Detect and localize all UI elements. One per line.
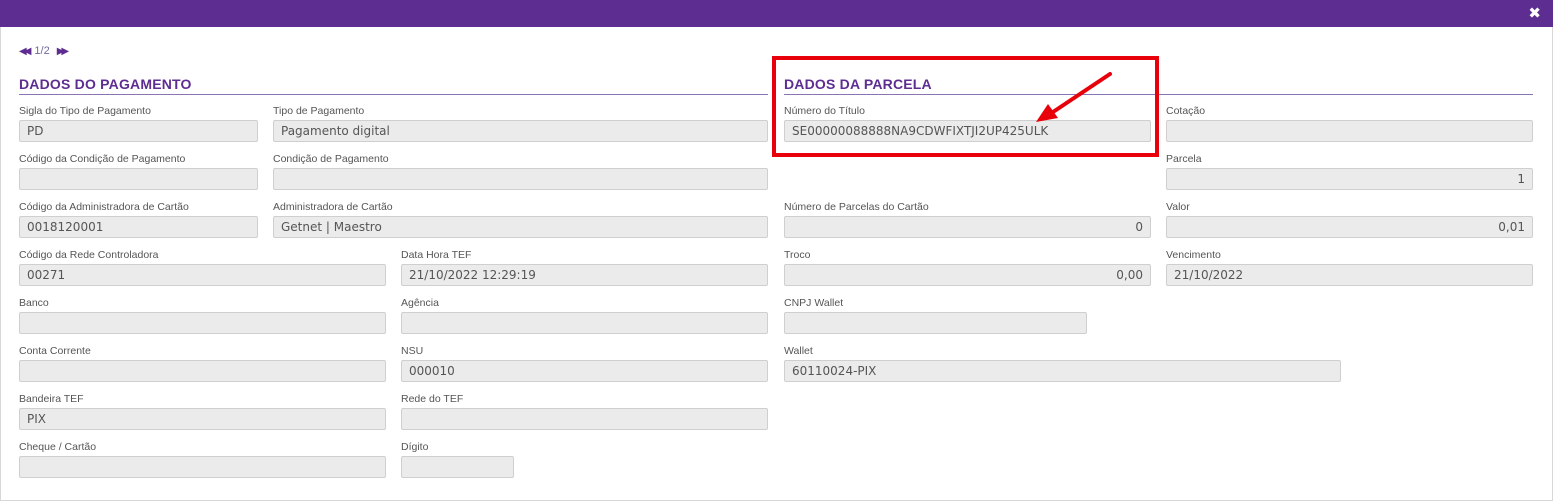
cotacao-field[interactable] bbox=[1166, 120, 1533, 142]
tipo-pagamento-field[interactable]: Pagamento digital bbox=[273, 120, 768, 142]
num-parcelas-field[interactable]: 0 bbox=[784, 216, 1151, 238]
banco-label: Banco bbox=[19, 297, 49, 309]
cod-condicao-field[interactable] bbox=[19, 168, 258, 190]
parcela-field[interactable]: 1 bbox=[1166, 168, 1533, 190]
record-pager: ◀◀ 1/2 ▶▶ bbox=[19, 44, 70, 58]
condicao-label: Condição de Pagamento bbox=[273, 153, 389, 165]
condicao-field[interactable] bbox=[273, 168, 768, 190]
previous-record-icon[interactable]: ◀◀ bbox=[19, 46, 32, 57]
vencimento-field[interactable]: 21/10/2022 bbox=[1166, 264, 1533, 286]
bandeira-tef-label: Bandeira TEF bbox=[19, 393, 84, 405]
digito-field[interactable] bbox=[401, 456, 514, 478]
digito-label: Dígito bbox=[401, 441, 429, 453]
cnpj-wallet-label: CNPJ Wallet bbox=[784, 297, 844, 309]
bandeira-tef-field[interactable]: PIX bbox=[19, 408, 386, 430]
cotacao-label: Cotação bbox=[1166, 105, 1206, 117]
payment-section-title: DADOS DO PAGAMENTO bbox=[19, 76, 192, 92]
num-parcelas-label: Número de Parcelas do Cartão bbox=[784, 201, 929, 213]
cod-rede-label: Código da Rede Controladora bbox=[19, 249, 159, 261]
record-counter: 1/2 bbox=[34, 45, 50, 57]
rede-tef-field[interactable] bbox=[401, 408, 768, 430]
payment-section-divider bbox=[19, 94, 768, 95]
cod-admin-field[interactable]: 0018120001 bbox=[19, 216, 258, 238]
valor-field[interactable]: 0,01 bbox=[1166, 216, 1533, 238]
conta-corrente-label: Conta Corrente bbox=[19, 345, 91, 357]
wallet-label: Wallet bbox=[784, 345, 813, 357]
cod-condicao-label: Código da Condição de Pagamento bbox=[19, 153, 186, 165]
close-icon[interactable]: ✖ bbox=[1528, 4, 1541, 22]
nsu-label: NSU bbox=[401, 345, 424, 357]
troco-field[interactable]: 0,00 bbox=[784, 264, 1151, 286]
cheque-cartao-field[interactable] bbox=[19, 456, 386, 478]
troco-label: Troco bbox=[784, 249, 811, 261]
cod-admin-label: Código da Administradora de Cartão bbox=[19, 201, 189, 213]
conta-corrente-field[interactable] bbox=[19, 360, 386, 382]
annotation-arrow-icon bbox=[1036, 72, 1112, 122]
modal-header-bar: ✖ bbox=[0, 0, 1553, 27]
cheque-cartao-label: Cheque / Cartão bbox=[19, 441, 97, 453]
banco-field[interactable] bbox=[19, 312, 386, 334]
rede-tef-label: Rede do TEF bbox=[401, 393, 464, 405]
next-record-icon[interactable]: ▶▶ bbox=[57, 46, 70, 57]
data-hora-tef-label: Data Hora TEF bbox=[401, 249, 472, 261]
tipo-pagamento-label: Tipo de Pagamento bbox=[273, 105, 365, 117]
sigla-tipo-label: Sigla do Tipo de Pagamento bbox=[19, 105, 151, 117]
valor-label: Valor bbox=[1166, 201, 1190, 213]
wallet-field[interactable]: 60110024-PIX bbox=[784, 360, 1341, 382]
sigla-tipo-field[interactable]: PD bbox=[19, 120, 258, 142]
agencia-label: Agência bbox=[401, 297, 439, 309]
admin-label: Administradora de Cartão bbox=[273, 201, 393, 213]
vencimento-label: Vencimento bbox=[1166, 249, 1221, 261]
cod-rede-field[interactable]: 00271 bbox=[19, 264, 386, 286]
parcela-label: Parcela bbox=[1166, 153, 1202, 165]
agencia-field[interactable] bbox=[401, 312, 768, 334]
cnpj-wallet-field[interactable] bbox=[784, 312, 1087, 334]
data-hora-tef-field[interactable]: 21/10/2022 12:29:19 bbox=[401, 264, 768, 286]
nsu-field[interactable]: 000010 bbox=[401, 360, 768, 382]
admin-field[interactable]: Getnet | Maestro bbox=[273, 216, 768, 238]
